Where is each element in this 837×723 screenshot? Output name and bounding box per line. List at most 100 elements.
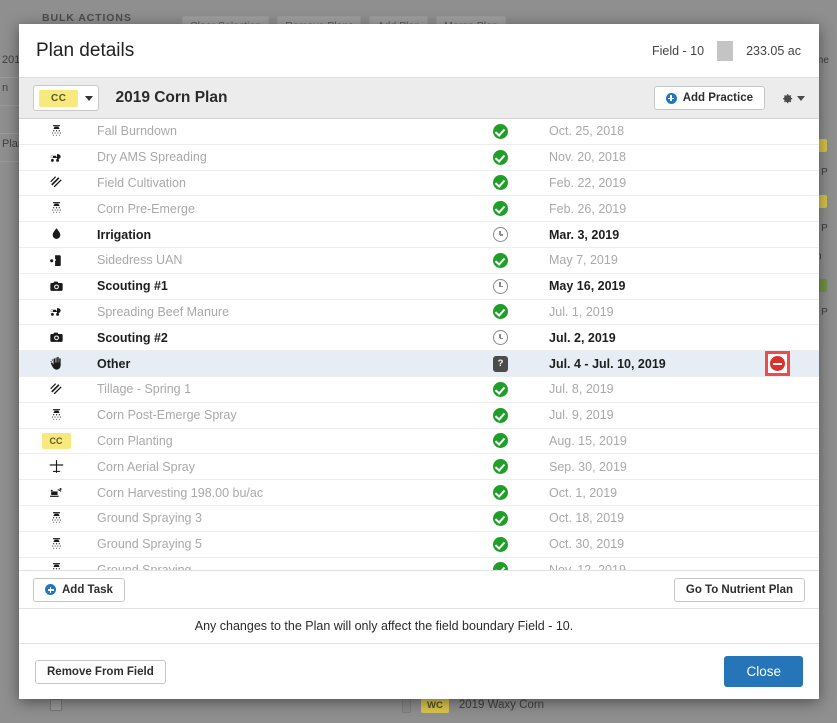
task-row[interactable]: Field Cultivation Feb. 22, 2019 [19,171,819,197]
task-row[interactable]: Scouting #2 Jul. 2, 2019 [19,325,819,352]
task-row[interactable]: Corn Post-Emerge Spray Jul. 9, 2019 [19,403,819,429]
task-row[interactable]: Sidedress UAN May 7, 2019 [19,248,819,274]
task-row[interactable]: Dry AMS Spreading Nov. 20, 2018 [19,145,819,171]
sprayer-icon [33,510,79,527]
task-row[interactable]: Other? Jul. 4 - Jul. 10, 2019 [19,351,819,377]
status-done-icon [493,201,508,217]
task-status [493,381,549,397]
plus-circle-icon [45,584,56,595]
task-row[interactable]: Ground Spraying 5 Oct. 30, 2019 [19,532,819,558]
status-done-icon [493,149,508,165]
settings-menu-button[interactable] [779,91,805,106]
go-to-nutrient-plan-button[interactable]: Go To Nutrient Plan [673,577,805,602]
task-status [493,149,549,165]
status-done-icon [493,433,508,449]
task-date: Jul. 9, 2019 [549,408,614,423]
add-practice-button[interactable]: Add Practice [653,86,765,110]
spreader-truck-icon [33,303,79,320]
task-date: Sep. 30, 2019 [549,459,627,474]
task-row[interactable]: Spreading Beef Manure Jul. 1, 2019 [19,300,819,326]
crop-badge: CC [41,432,71,449]
task-date: Nov. 12, 2019 [549,562,626,570]
task-status [493,227,549,243]
field-summary: Field - 10 233.05 ac [651,40,801,61]
close-button[interactable]: Close [724,656,803,687]
add-practice-label: Add Practice [682,92,753,104]
status-done-icon [493,459,508,475]
task-list: Fall Burndown Oct. 25, 2018 Dry AMS Spread… [19,119,819,570]
waxy-corn-badge: WC [421,697,449,713]
task-status [493,123,549,139]
tillage-icon [33,174,79,191]
task-row[interactable]: Corn Aerial Spray Sep. 30, 2019 [19,454,819,481]
task-status [493,433,549,449]
remove-task-button[interactable] [764,351,790,377]
crop-badge: CC [39,89,79,107]
task-date: May 16, 2019 [549,279,626,294]
chevron-down-icon [797,95,805,101]
task-name: Fall Burndown [97,124,177,139]
row-checkbox[interactable] [50,699,62,711]
task-status [493,304,549,320]
plan-note: Any changes to the Plan will only affect… [19,608,819,643]
task-name: Ground Spraying 3 [97,511,202,526]
sprayer-icon [33,123,79,140]
remove-from-field-button[interactable]: Remove From Field [35,659,166,684]
add-task-label: Add Task [62,583,113,596]
task-date: Mar. 3, 2019 [549,227,620,242]
combine-icon [33,484,79,501]
status-done-icon [493,510,508,526]
camera-icon [33,329,79,346]
gear-icon [779,91,794,106]
task-name: Corn Harvesting 198.00 bu/ac [97,485,264,500]
status-done-icon [493,536,508,552]
task-row[interactable]: Ground Spraying Nov. 12, 2019 [19,558,819,570]
task-status [493,485,549,501]
task-row[interactable]: Corn Pre-Emerge Feb. 26, 2019 [19,196,819,223]
field-name: Field - 10 [651,43,705,58]
task-row[interactable]: Tillage - Spring 1 Jul. 8, 2019 [19,377,819,403]
task-date: Feb. 26, 2019 [549,201,627,216]
add-task-button[interactable]: Add Task [33,577,125,602]
status-done-icon [493,381,508,397]
task-row[interactable]: Corn Harvesting 198.00 bu/ac Oct. 1, 2019 [19,480,819,506]
task-name: Dry AMS Spreading [97,150,207,165]
status-done-icon [493,252,508,268]
task-status [493,278,549,294]
task-name: Scouting #1 [97,279,168,294]
plan-details-modal: Plan details Field - 10 233.05 ac CC 201… [19,24,819,699]
cc-badge-icon: CC [33,432,79,449]
task-date: Oct. 30, 2019 [549,537,625,552]
task-name: Ground Spraying [97,562,192,570]
task-date: Oct. 18, 2019 [549,511,625,526]
crop-select[interactable]: CC [33,85,100,111]
task-name: Corn Planting [97,433,173,448]
task-name: Corn Aerial Spray [97,459,195,474]
task-row[interactable]: Fall Burndown Oct. 25, 2018 [19,119,819,145]
sprayer-icon [33,200,79,217]
task-status [493,175,549,191]
task-actions [749,351,805,377]
task-row[interactable]: CC Corn Planting Aug. 15, 2019 [19,429,819,455]
task-name: Ground Spraying 5 [97,537,202,552]
task-status [493,252,549,268]
modal-footer: Remove From Field Close [19,643,819,699]
chevron-down-icon [85,95,94,101]
sprayer-icon [33,407,79,424]
task-name: Field Cultivation [97,175,186,190]
task-date: Aug. 15, 2019 [549,433,627,448]
task-row[interactable]: Irrigation Mar. 3, 2019 [19,222,819,248]
task-date: Oct. 25, 2018 [549,124,625,139]
task-row[interactable]: Ground Spraying 3 Oct. 18, 2019 [19,506,819,532]
task-name: Tillage - Spring 1 [97,382,192,397]
field-color-swatch [717,40,734,61]
bulk-actions-label: BULK ACTIONS [42,12,132,24]
task-name: Spreading Beef Manure [97,304,230,319]
task-status [493,407,549,423]
task-date: Nov. 20, 2018 [549,150,626,165]
spreader-truck-icon [33,149,79,166]
task-row[interactable]: Scouting #1 May 16, 2019 [19,274,819,300]
task-name: Other [97,356,131,371]
sprayer-icon [33,561,79,570]
task-date: May 7, 2019 [549,253,618,268]
